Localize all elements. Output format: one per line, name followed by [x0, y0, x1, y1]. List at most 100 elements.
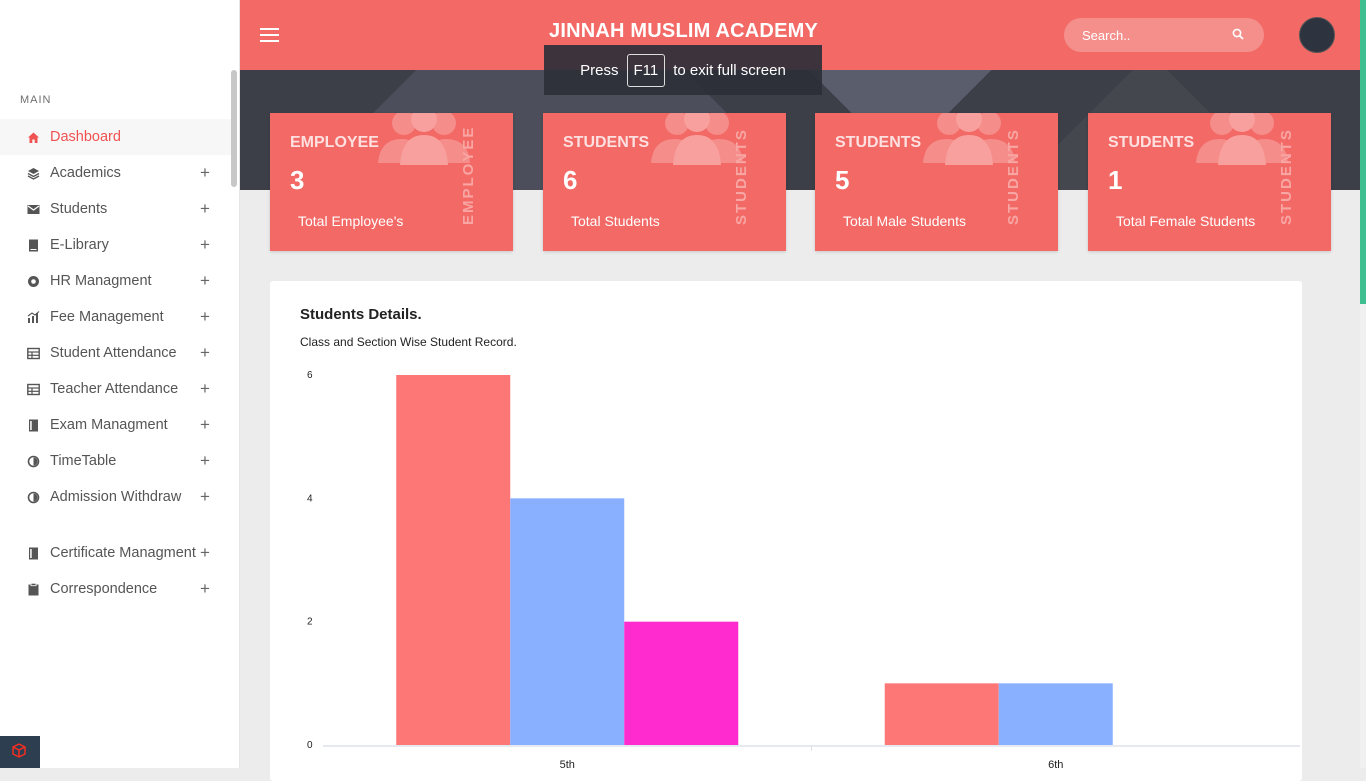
expand-plus-icon[interactable]: + — [200, 452, 210, 469]
expand-plus-icon[interactable]: + — [200, 200, 210, 217]
clipboard-icon — [26, 582, 40, 596]
sidebar-item-label: Exam Managment — [50, 417, 168, 433]
search-icon[interactable] — [1232, 28, 1244, 43]
x-tick-label: 5th — [560, 759, 575, 768]
x-tick-label: 6th — [1048, 759, 1063, 768]
book-icon — [26, 238, 40, 252]
sidebar-item-exam-managment[interactable]: Exam Managment + — [0, 407, 232, 443]
stat-card[interactable]: STUDENTS 5 Total Male Students STUDENTS — [815, 113, 1058, 251]
y-tick-label: 6 — [307, 370, 313, 381]
users-icon — [1192, 113, 1292, 173]
y-tick-label: 2 — [307, 617, 313, 628]
search-input[interactable] — [1082, 27, 1232, 43]
stat-card[interactable]: EMPLOYEE 3 Total Employee's EMPLOYEE — [270, 113, 513, 251]
bar-chart-icon — [26, 310, 40, 324]
card-side-label: STUDENTS — [1005, 128, 1022, 225]
expand-plus-icon[interactable]: + — [200, 380, 210, 397]
card-title: STUDENTS — [835, 134, 922, 151]
expand-plus-icon[interactable]: + — [200, 164, 210, 181]
home-icon — [26, 130, 40, 144]
card-label: Total Employee's — [298, 213, 404, 229]
card-title: EMPLOYEE — [290, 134, 379, 151]
card-value: 3 — [290, 165, 305, 195]
sidebar-item-label: Certificate Managment — [50, 545, 196, 561]
bar-5th-series-2[interactable] — [510, 498, 625, 745]
page-scrollbar[interactable] — [1360, 0, 1366, 768]
users-icon — [647, 113, 747, 173]
students-details-panel: Students Details. Class and Section Wise… — [270, 281, 1302, 781]
sidebar-item-timetable[interactable]: TimeTable + — [0, 443, 232, 479]
notebook-icon — [26, 546, 40, 560]
sidebar-item-label: HR Managment — [50, 273, 152, 289]
sidebar-menu: Dashboard Academics + Students + E-Library + HR… — [0, 119, 232, 607]
notebook-icon — [26, 418, 40, 432]
sidebar-item-academics[interactable]: Academics + — [0, 155, 232, 191]
sidebar: MAIN Dashboard Academics + Students + E-Libra… — [0, 0, 240, 768]
fullscreen-notice: Press F11 to exit full screen — [544, 45, 822, 95]
card-value: 6 — [563, 165, 578, 195]
expand-plus-icon[interactable]: + — [200, 344, 210, 361]
users-icon — [919, 113, 1019, 173]
fullscreen-key: F11 — [626, 53, 666, 87]
sidebar-item-e-library[interactable]: E-Library + — [0, 227, 232, 263]
y-tick-label: 0 — [307, 740, 313, 751]
expand-plus-icon[interactable]: + — [200, 416, 210, 433]
fullscreen-notice-after: to exit full screen — [673, 61, 786, 79]
sidebar-section-label: MAIN — [20, 94, 52, 106]
bar-5th-series-3[interactable] — [624, 621, 739, 745]
app-title: JINNAH MUSLIM ACADEMY — [549, 20, 819, 42]
stat-card[interactable]: STUDENTS 6 Total Students STUDENTS — [543, 113, 786, 251]
sidebar-item-certificate-managment[interactable]: Certificate Managment + — [0, 535, 232, 571]
card-side-label: EMPLOYEE — [460, 125, 477, 225]
expand-plus-icon[interactable]: + — [200, 272, 210, 289]
sidebar-item-fee-management[interactable]: Fee Management + — [0, 299, 232, 335]
circle-icon — [26, 274, 40, 288]
mail-icon — [26, 202, 40, 216]
card-value: 5 — [835, 165, 850, 195]
stat-card[interactable]: STUDENTS 1 Total Female Students STUDENTS — [1088, 113, 1331, 251]
sidebar-item-admission-withdraw[interactable]: Admission Withdraw + — [0, 479, 232, 515]
users-icon — [374, 113, 474, 173]
layers-icon — [26, 166, 40, 180]
sidebar-item-label: Fee Management — [50, 309, 164, 325]
hamburger-menu-icon[interactable] — [260, 28, 279, 42]
expand-plus-icon[interactable]: + — [200, 488, 210, 505]
card-title: STUDENTS — [1108, 134, 1195, 151]
sidebar-item-students[interactable]: Students + — [0, 191, 232, 227]
students-bar-chart: 0 2 4 6 5th 6th — [307, 370, 1300, 768]
card-title: STUDENTS — [563, 134, 650, 151]
laravel-logo-icon[interactable] — [0, 736, 40, 768]
expand-plus-icon[interactable]: + — [200, 308, 210, 325]
sidebar-item-correspondence[interactable]: Correspondence + — [0, 571, 232, 607]
table-icon — [26, 346, 40, 360]
sidebar-item-label: Student Attendance — [50, 345, 177, 361]
sidebar-item-hr-managment[interactable]: HR Managment + — [0, 263, 232, 299]
expand-plus-icon[interactable]: + — [200, 544, 210, 561]
sidebar-item-dashboard[interactable]: Dashboard — [0, 119, 232, 155]
table-icon — [26, 382, 40, 396]
search-box[interactable] — [1064, 18, 1264, 52]
sidebar-item-label: Dashboard — [50, 129, 121, 145]
bar-6th-series-1[interactable] — [884, 683, 999, 745]
bar-6th-series-2[interactable] — [998, 683, 1113, 745]
sidebar-item-student-attendance[interactable]: Student Attendance + — [0, 335, 232, 371]
sidebar-item-label: Teacher Attendance — [50, 381, 179, 397]
user-avatar[interactable] — [1299, 17, 1335, 53]
card-side-label: STUDENTS — [1278, 128, 1295, 225]
card-side-label: STUDENTS — [733, 128, 750, 225]
bar-5th-series-1[interactable] — [396, 375, 511, 745]
fullscreen-notice-before: Press — [580, 61, 619, 79]
pie-icon — [26, 454, 40, 468]
page-scrollbar-thumb[interactable] — [1360, 0, 1366, 304]
card-value: 1 — [1108, 165, 1123, 195]
sidebar-item-label: Correspondence — [50, 581, 158, 597]
sidebar-item-teacher-attendance[interactable]: Teacher Attendance + — [0, 371, 232, 407]
logo — [80, 20, 110, 50]
expand-plus-icon[interactable]: + — [200, 236, 210, 253]
sidebar-item-label: Students — [50, 201, 108, 217]
expand-plus-icon[interactable]: + — [200, 580, 210, 597]
sidebar-item-label: Academics — [50, 165, 121, 181]
y-tick-label: 4 — [307, 493, 313, 504]
sidebar-scrollbar[interactable] — [231, 70, 237, 187]
pie-icon — [26, 490, 40, 504]
